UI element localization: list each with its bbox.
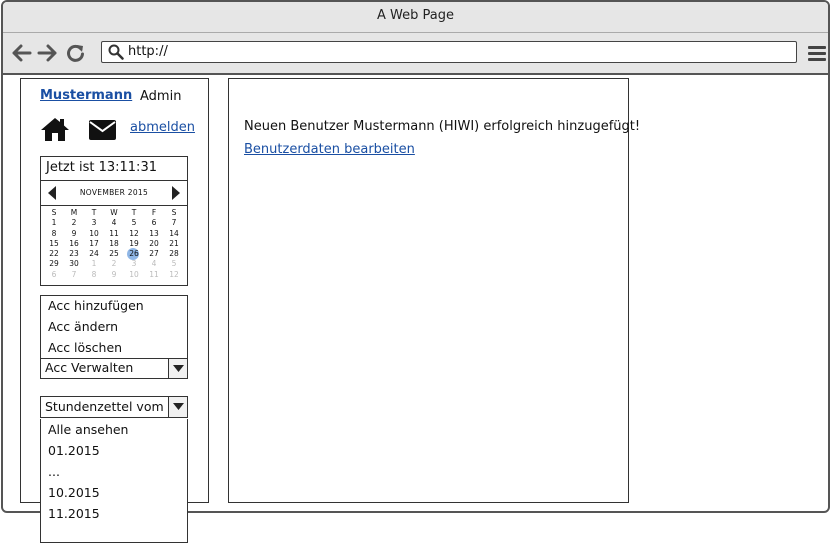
calendar-next-icon[interactable] (171, 186, 181, 200)
calendar-day[interactable]: 28 (164, 249, 184, 259)
calendar-day[interactable]: 11 (144, 270, 164, 280)
calendar-day[interactable]: 30 (64, 259, 84, 269)
calendar-day[interactable]: 22 (44, 249, 64, 259)
forward-arrow-icon[interactable] (36, 43, 58, 63)
calendar-day[interactable]: 7 (64, 270, 84, 280)
calendar-widget: NOVEMBER 2015 S M T W T F S 1 2 3 4 5 6 7 8 9 10 11 12 13 14… (40, 180, 188, 286)
calendar-day[interactable]: 10 (124, 270, 144, 280)
timesheet-option[interactable]: ... (48, 464, 60, 479)
timesheet-select[interactable]: Stundenzettel vom 1 (40, 396, 188, 418)
calendar-day[interactable]: 29 (44, 259, 64, 269)
chevron-down-icon[interactable] (168, 397, 187, 417)
calendar-week-row: 29 30 1 2 3 4 5 (44, 259, 184, 269)
calendar-week-row: 1234567 (44, 218, 184, 228)
calendar-week-row: 15 16 17 18 19 20 21 (44, 239, 184, 249)
reload-icon[interactable] (65, 43, 87, 63)
clock-display: Jetzt ist 13:11:31 (40, 156, 188, 181)
calendar-day[interactable]: 2 (104, 259, 124, 269)
calendar-day[interactable]: 6 (144, 218, 164, 228)
mail-icon[interactable] (89, 120, 116, 140)
home-icon[interactable] (40, 116, 70, 142)
calendar-day[interactable]: 24 (84, 249, 104, 259)
calendar-day[interactable]: 4 (104, 218, 124, 228)
calendar-day[interactable]: 1 (44, 218, 64, 228)
calendar-day[interactable]: 13 (144, 229, 164, 239)
account-manage-select[interactable]: Acc Verwalten (40, 358, 188, 379)
timesheet-option[interactable]: 01.2015 (48, 443, 100, 458)
calendar-weekday: F (151, 208, 157, 217)
timesheet-options-list: Alle ansehen 01.2015 ... 10.2015 11.2015 (40, 419, 188, 543)
calendar-day[interactable]: 23 (64, 249, 84, 259)
calendar-day[interactable]: 9 (64, 229, 84, 239)
calendar-week-row: 8 9 10 11 12 13 14 (44, 229, 184, 239)
calendar-day[interactable]: 5 (124, 218, 144, 228)
timesheet-option[interactable]: 11.2015 (48, 506, 100, 521)
calendar-day[interactable]: 6 (44, 270, 64, 280)
timesheet-option[interactable]: Alle ansehen (48, 422, 128, 437)
calendar-day[interactable]: 17 (84, 239, 104, 249)
calendar-day[interactable]: 21 (164, 239, 184, 249)
calendar-day-selected[interactable]: 26 (124, 248, 144, 261)
calendar-week-row: 22 23 24 25 26 27 28 (44, 248, 184, 261)
calendar-month-label: NOVEMBER 2015 (79, 188, 149, 197)
calendar-day[interactable]: 9 (104, 270, 124, 280)
calendar-day[interactable]: 4 (144, 259, 164, 269)
account-menu-list: Acc hinzufügen Acc ändern Acc löschen (40, 295, 188, 359)
calendar-weekday: T (91, 208, 97, 217)
calendar-day[interactable]: 7 (164, 218, 184, 228)
timesheet-option[interactable]: 10.2015 (48, 485, 100, 500)
timesheet-select-value: Stundenzettel vom 1 (45, 399, 167, 414)
calendar-day[interactable]: 8 (84, 270, 104, 280)
calendar-weekday: S (171, 208, 177, 217)
edit-user-link[interactable]: Benutzerdaten bearbeiten (244, 142, 415, 157)
calendar-weekday: M (70, 208, 78, 217)
calendar-weekday-row: SMTWTFS (44, 208, 184, 218)
calendar-weekday: T (131, 208, 137, 217)
calendar-day[interactable]: 1 (84, 259, 104, 269)
calendar-day[interactable]: 10 (84, 229, 104, 239)
back-arrow-icon[interactable] (11, 43, 33, 63)
calendar-day[interactable]: 27 (144, 249, 164, 259)
calendar-week-row: 6 7 8 9 10 11 12 (44, 270, 184, 280)
role-label: Admin (140, 89, 182, 104)
calendar-day[interactable]: 16 (64, 239, 84, 249)
calendar-day[interactable]: 12 (124, 229, 144, 239)
logout-link[interactable]: abmelden (130, 120, 195, 135)
calendar-day[interactable]: 25 (104, 249, 124, 259)
calendar-day[interactable]: 2 (64, 218, 84, 228)
calendar-day[interactable]: 15 (44, 239, 64, 249)
calendar-day[interactable]: 19 (124, 239, 144, 249)
account-select-value: Acc Verwalten (45, 360, 134, 375)
calendar-grid: S M T W T F S 1 2 3 4 5 6 7 8 9 10 11 12 13 14 15 16 17 18 19 20 21… (44, 208, 184, 280)
menu-item-edit-account[interactable]: Acc ändern (48, 319, 118, 334)
calendar-day[interactable]: 3 (84, 218, 104, 228)
calendar-header: NOVEMBER 2015 (41, 181, 187, 206)
hamburger-menu-icon[interactable] (807, 44, 827, 62)
username-link[interactable]: Mustermann (40, 88, 132, 103)
search-icon (108, 44, 124, 60)
url-text: http:// (128, 44, 168, 59)
calendar-day[interactable]: 3 (124, 259, 144, 269)
calendar-day[interactable]: 18 (104, 239, 124, 249)
calendar-day[interactable]: 14 (164, 229, 184, 239)
calendar-day[interactable]: 8 (44, 229, 64, 239)
address-bar[interactable]: http:// (101, 41, 797, 63)
window-title: A Web Page (3, 2, 828, 33)
menu-item-delete-account[interactable]: Acc löschen (48, 340, 122, 355)
calendar-day[interactable]: 20 (144, 239, 164, 249)
calendar-day[interactable]: 11 (104, 229, 124, 239)
browser-toolbar: http:// (3, 33, 828, 75)
chevron-down-icon[interactable] (168, 359, 187, 378)
calendar-day[interactable]: 5 (164, 259, 184, 269)
success-message: Neuen Benutzer Mustermann (HIWI) erfolgr… (244, 119, 641, 134)
menu-item-add-account[interactable]: Acc hinzufügen (48, 298, 144, 313)
calendar-weekday: S (51, 208, 57, 217)
calendar-day[interactable]: 12 (164, 270, 184, 280)
calendar-weekday: W (110, 208, 118, 217)
